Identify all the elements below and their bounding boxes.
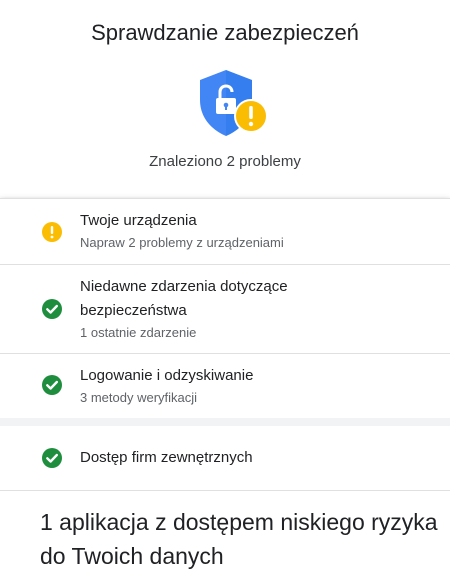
check-circle-icon (41, 447, 63, 469)
check-row-third-party-access[interactable]: Dostęp firm zewnętrznych (0, 426, 450, 491)
check-subtitle: 3 metody weryfikacji (80, 390, 198, 405)
section-divider (0, 418, 450, 426)
issues-summary: Znaleziono 2 problemy (149, 153, 301, 170)
page-title: Sprawdzanie zabezpieczeń (91, 20, 359, 45)
check-subtitle: Napraw 2 problemy z urządzeniami (80, 235, 284, 250)
header: Sprawdzanie zabezpieczeń Znaleziono 2 pr… (0, 0, 450, 198)
security-shield-icon (194, 68, 274, 140)
check-title: Twoje urządzenia (80, 212, 197, 229)
check-row-devices[interactable]: Twoje urządzenia Napraw 2 problemy z urz… (0, 199, 450, 265)
check-circle-icon (41, 298, 63, 320)
check-title: Logowanie i odzyskiwanie (80, 367, 254, 384)
check-subtitle: 1 ostatnie zdarzenie (80, 325, 197, 340)
check-row-signin-recovery[interactable]: Logowanie i odzyskiwanie 3 metody weryfi… (0, 354, 450, 418)
warning-icon (41, 221, 63, 243)
check-circle-icon (41, 374, 63, 396)
check-title: Niedawne zdarzenia dotyczące bezpieczeńs… (80, 278, 288, 319)
check-title: Dostęp firm zewnętrznych (80, 449, 253, 466)
check-row-security-events[interactable]: Niedawne zdarzenia dotyczące bezpieczeńs… (0, 265, 450, 354)
section-heading: 1 aplikacja z dostępem niskiego ryzyka d… (40, 509, 438, 569)
security-checks-card: Twoje urządzenia Napraw 2 problemy z urz… (0, 198, 450, 418)
